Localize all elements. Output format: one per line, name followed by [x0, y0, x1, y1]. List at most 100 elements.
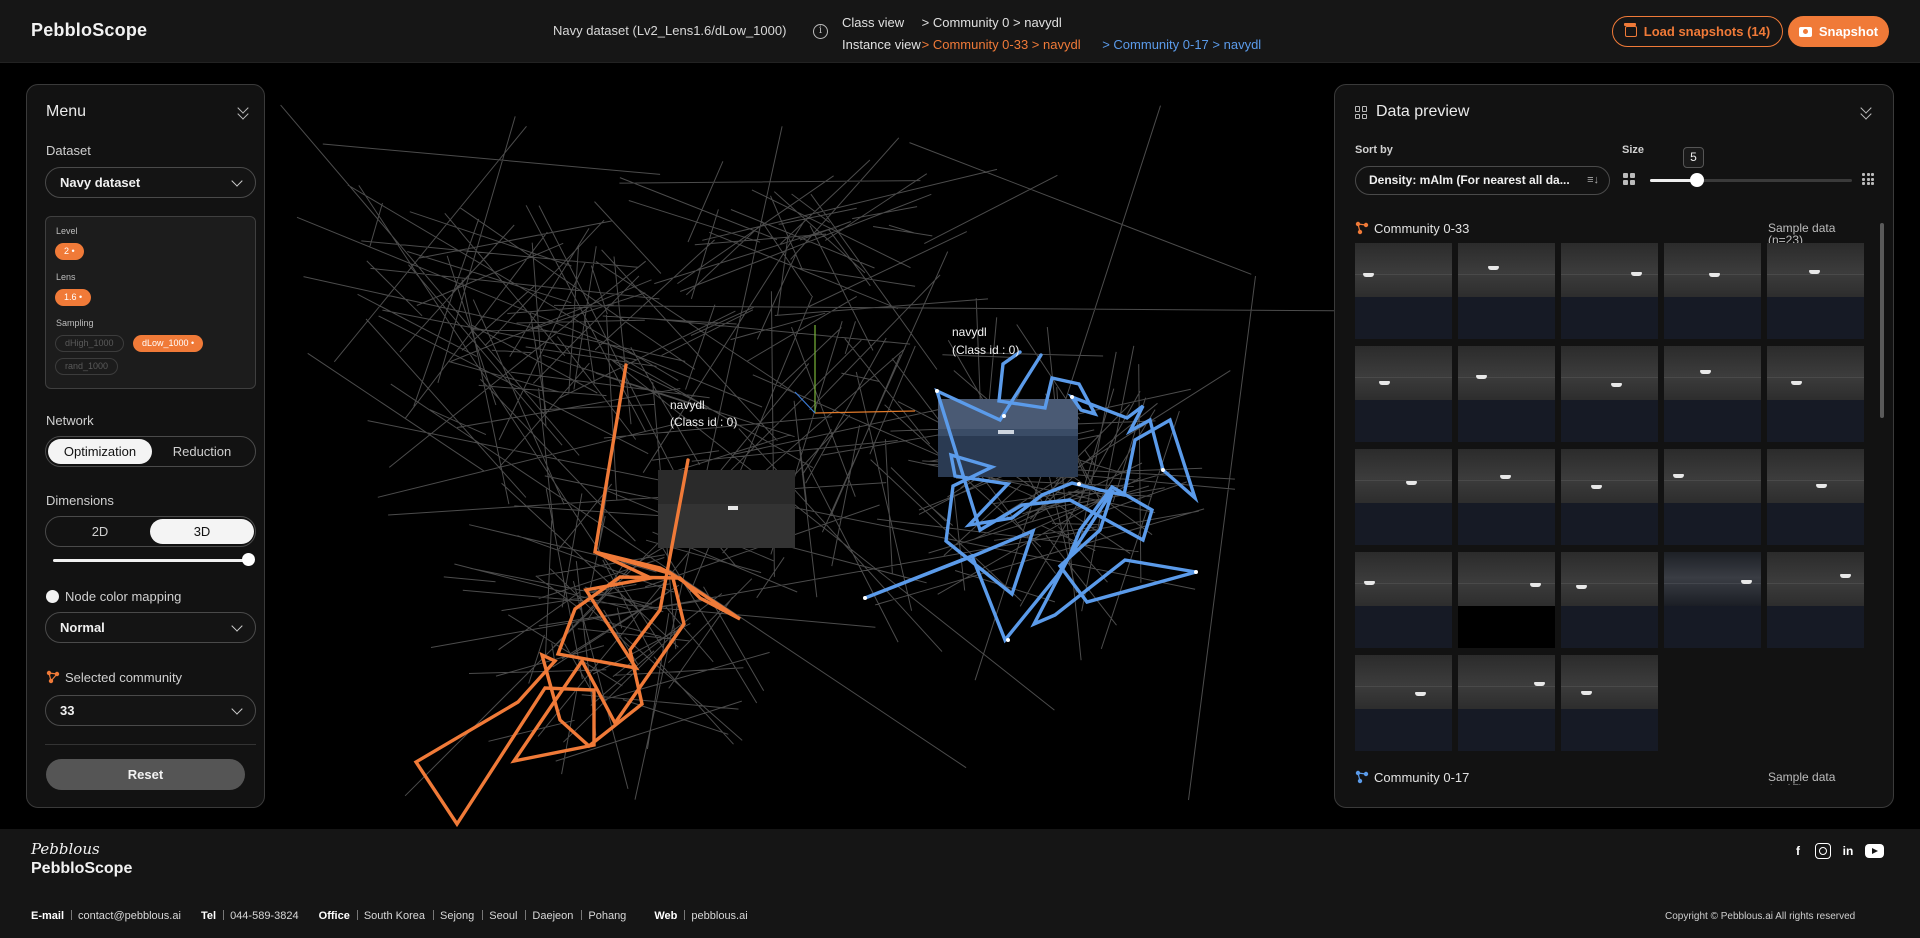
sort-order-icon[interactable]: ≡↓	[1587, 167, 1599, 194]
community-icon	[1355, 221, 1369, 235]
sample-thumbnail[interactable]	[1561, 243, 1658, 339]
node-color-radio[interactable]	[46, 590, 59, 603]
community-header-0-17[interactable]: Community 0-17	[1355, 770, 1469, 785]
thumbnail-image	[1664, 449, 1761, 503]
sample-thumbnail[interactable]	[1458, 346, 1555, 442]
sample-thumbnail[interactable]	[1664, 243, 1761, 339]
sample-thumbnail[interactable]	[1355, 346, 1452, 442]
network-optimization-option[interactable]: Optimization	[48, 439, 152, 464]
dataset-select[interactable]: Navy dataset	[45, 167, 256, 198]
web-link[interactable]: pebblous.ai	[691, 910, 747, 922]
sample-thumbnail[interactable]	[1767, 243, 1864, 339]
reset-button[interactable]: Reset	[46, 759, 245, 790]
sample-thumbnail[interactable]	[1664, 346, 1761, 442]
thumbnail-image	[1561, 346, 1658, 400]
sample-thumbnail[interactable]	[1458, 552, 1555, 648]
sample-thumbnail[interactable]	[1767, 449, 1864, 545]
load-snapshots-label: Load snapshots (14)	[1643, 24, 1771, 39]
email-link[interactable]: contact@pebblous.ai	[78, 910, 181, 922]
lens-chip[interactable]: 1.6 •	[55, 289, 92, 306]
background-edge-path	[280, 104, 1335, 801]
dimension-slider-handle[interactable]	[242, 553, 255, 566]
graph-node[interactable]	[1070, 395, 1074, 399]
thumbnail-footer	[1458, 606, 1555, 648]
graph-node[interactable]	[1194, 570, 1198, 574]
sample-thumbnail[interactable]	[1458, 655, 1555, 751]
linkedin-icon[interactable]: in	[1840, 843, 1856, 859]
sample-thumbnail[interactable]	[1355, 552, 1452, 648]
thumbnail-footer	[1664, 297, 1761, 339]
sample-thumbnail[interactable]	[1355, 655, 1452, 751]
footer-logo-pebblous[interactable]: Pebblous	[31, 840, 100, 858]
sample-thumbnail[interactable]	[1458, 243, 1555, 339]
level-chip[interactable]: 2 •	[55, 243, 84, 260]
email-label: E-mail	[31, 910, 65, 922]
selected-community-select[interactable]: 33	[45, 695, 256, 726]
instagram-icon[interactable]	[1815, 843, 1831, 859]
instance-path-orange[interactable]: > Community 0-33 > navydl	[922, 37, 1081, 52]
sampling-chip-dhigh[interactable]: dHigh_1000	[55, 335, 124, 352]
thumbnail-footer	[1561, 606, 1658, 648]
info-icon[interactable]: i	[813, 24, 828, 39]
thumbnail-footer	[1458, 297, 1555, 339]
sample-thumbnail[interactable]	[1458, 449, 1555, 545]
sample-thumbnail[interactable]	[1664, 449, 1761, 545]
preview-scrollbar[interactable]	[1880, 223, 1884, 418]
ship-icon	[1611, 383, 1622, 387]
thumbnail-footer	[1355, 400, 1452, 442]
footer-logo-pebbloscope[interactable]: PebbloScope	[31, 860, 132, 878]
youtube-icon[interactable]	[1865, 844, 1884, 858]
copyright-text: Copyright © Pebblous.ai All rights reser…	[1665, 911, 1856, 922]
ship-icon	[1631, 272, 1642, 276]
large-grid-icon[interactable]	[1862, 173, 1874, 185]
community-header-0-33[interactable]: Community 0-33	[1355, 221, 1469, 236]
ship-icon	[1500, 475, 1511, 479]
graph-node[interactable]	[863, 596, 867, 600]
small-grid-icon[interactable]	[1623, 173, 1635, 185]
node-color-select[interactable]: Normal	[45, 612, 256, 643]
sample-thumbnail[interactable]	[1355, 243, 1452, 339]
thumbnail-image	[1458, 243, 1555, 297]
facebook-icon[interactable]: f	[1790, 843, 1806, 859]
thumbnail-footer	[1767, 400, 1864, 442]
sample-thumbnail[interactable]	[1355, 449, 1452, 545]
sample-thumbnail[interactable]	[1767, 552, 1864, 648]
dimension-3d-option[interactable]: 3D	[150, 519, 254, 544]
app-brand[interactable]: PebbloScope	[31, 20, 147, 41]
thumbnail-image	[1458, 552, 1555, 606]
sample-thumbnail[interactable]	[1561, 346, 1658, 442]
class-view-path[interactable]: > Community 0 > navydl	[922, 15, 1062, 30]
load-snapshots-button[interactable]: Load snapshots (14)	[1612, 16, 1783, 47]
size-slider-handle[interactable]	[1690, 173, 1704, 187]
sample-thumbnail[interactable]	[1561, 655, 1658, 751]
snapshot-button[interactable]: Snapshot	[1788, 16, 1889, 47]
collapse-chevron-icon[interactable]	[1860, 105, 1872, 119]
web-label: Web	[654, 910, 678, 922]
collapse-chevron-icon[interactable]	[237, 105, 249, 119]
sampling-chip-dlow[interactable]: dLow_1000 •	[133, 335, 204, 352]
network-reduction-option[interactable]: Reduction	[150, 439, 254, 464]
sampling-chip-rand[interactable]: rand_1000	[55, 358, 119, 375]
dataset-select-value: Navy dataset	[60, 175, 141, 190]
thumbnail-footer	[1561, 297, 1658, 339]
graph-node[interactable]	[1006, 638, 1010, 642]
dimension-slider-track[interactable]	[53, 559, 251, 562]
graph-node[interactable]	[935, 389, 939, 393]
graph-node[interactable]	[1161, 468, 1165, 472]
instance-path-blue[interactable]: > Community 0-17 > navydl	[1102, 37, 1261, 52]
sort-by-select[interactable]: Density: mAlm (For nearest all da... ≡↓	[1355, 166, 1610, 195]
snapshot-label: Snapshot	[1818, 24, 1879, 39]
size-value-tooltip: 5	[1683, 147, 1704, 168]
sample-thumbnail[interactable]	[1561, 552, 1658, 648]
thumbnail-image	[1355, 655, 1452, 709]
sample-thumbnail[interactable]	[1664, 552, 1761, 648]
graph-node[interactable]	[1002, 414, 1006, 418]
ship-icon	[1379, 381, 1390, 385]
ship-icon	[1534, 682, 1545, 686]
dimension-2d-option[interactable]: 2D	[48, 519, 152, 544]
thumbnail-footer	[1355, 709, 1452, 751]
sample-thumbnail[interactable]	[1767, 346, 1864, 442]
graph-node[interactable]	[1077, 482, 1081, 486]
sample-thumbnail[interactable]	[1561, 449, 1658, 545]
graph-label-left-name: navydl	[670, 398, 705, 412]
